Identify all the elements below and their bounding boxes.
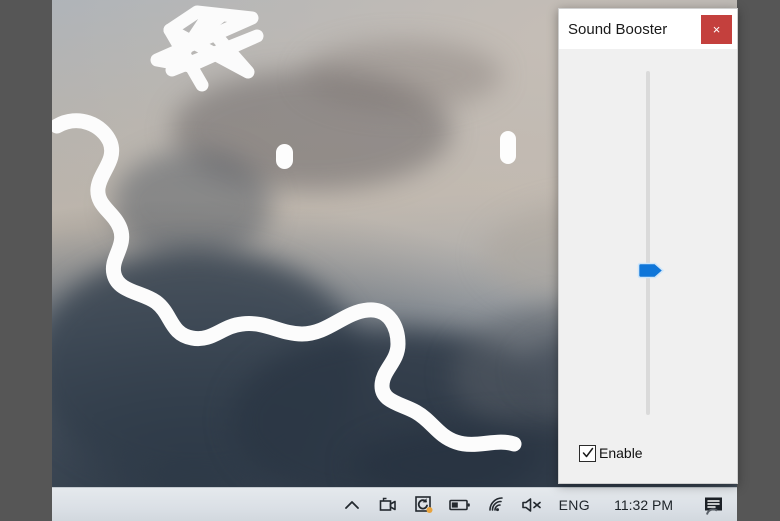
cloud-shape <box>112 150 272 260</box>
language-indicator[interactable]: ENG <box>557 497 593 513</box>
wifi-icon <box>488 496 503 511</box>
camera-tray-button[interactable] <box>377 494 399 516</box>
window-body: Enable <box>559 49 737 483</box>
system-tray: ENG 11:32 PM <box>341 493 737 517</box>
window-footer: Enable <box>559 423 737 483</box>
window-title: Sound Booster <box>568 20 668 38</box>
wifi-tray-button[interactable] <box>485 494 507 516</box>
taskbar: ENG 11:32 PM <box>52 487 737 521</box>
star-scribble-icon <box>150 5 264 92</box>
battery-tray-button[interactable] <box>448 494 471 516</box>
battery-icon <box>448 499 470 510</box>
sync-tray-button[interactable] <box>413 494 435 516</box>
refresh-icon <box>414 496 433 513</box>
window-titlebar[interactable]: Sound Booster × <box>559 9 737 49</box>
action-center-icon <box>705 497 722 515</box>
taskbar-clock[interactable]: 11:32 PM <box>606 497 687 513</box>
action-center-button[interactable] <box>701 493 727 517</box>
cloud-shape <box>302 40 502 110</box>
show-hidden-icons-button[interactable] <box>341 494 363 516</box>
sound-booster-window: Sound Booster × Enable <box>558 8 738 484</box>
slider-thumb-icon <box>637 262 664 279</box>
enable-checkbox-row[interactable]: Enable <box>579 444 643 462</box>
speaker-mute-icon <box>521 497 541 512</box>
slider-thumb[interactable] <box>637 262 665 279</box>
screen-root: ENG 11:32 PM Sound Booster × Enable <box>0 0 780 521</box>
close-button[interactable]: × <box>701 14 732 44</box>
checkmark-icon <box>582 447 593 458</box>
volume-slider-area[interactable] <box>559 63 737 423</box>
volume-muted-button[interactable] <box>521 494 543 516</box>
enable-checkbox[interactable] <box>579 444 596 462</box>
chevron-up-icon <box>344 500 359 509</box>
enable-checkbox-label: Enable <box>599 445 643 461</box>
slider-track[interactable] <box>646 71 650 415</box>
blob-right-icon <box>500 131 516 164</box>
camera-icon <box>379 497 396 511</box>
